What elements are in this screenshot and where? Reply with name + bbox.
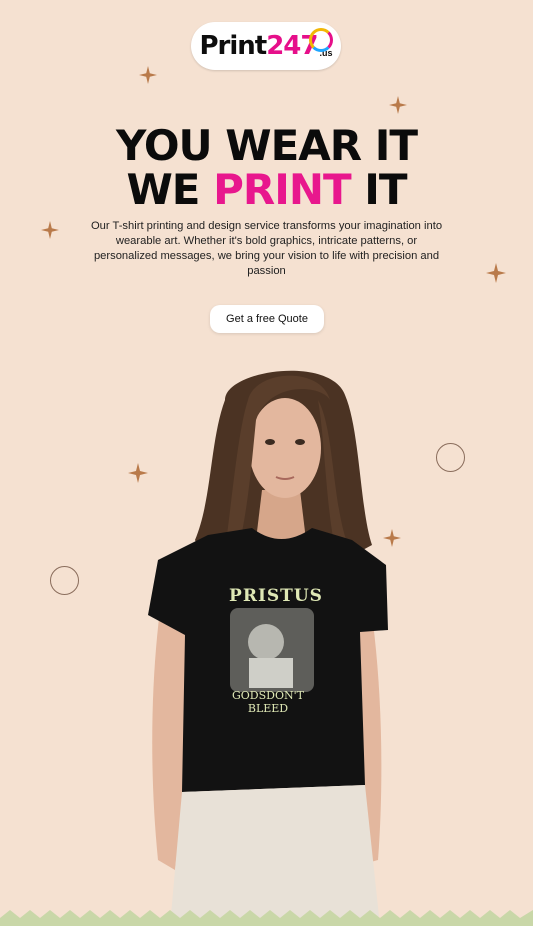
sparkle-icon <box>41 221 59 239</box>
model-photo <box>148 370 388 926</box>
landing-page: Print247 .us YOU WEAR IT WE PRINT IT Our… <box>0 0 533 926</box>
face-shape <box>249 398 321 498</box>
shirt-print-caption-1: GODSDON'T <box>232 689 304 702</box>
left-eye <box>265 439 275 445</box>
sparkle-icon <box>389 96 407 114</box>
get-free-quote-button[interactable]: Get a free Quote <box>210 305 324 333</box>
sparkle-icon <box>139 66 157 84</box>
right-eye <box>295 439 305 445</box>
logo-wordmark: Print247 <box>199 31 318 61</box>
headline-accent: PRINT <box>213 165 352 214</box>
headline-line-2: WE PRINT IT <box>126 165 407 214</box>
brand-logo[interactable]: Print247 .us <box>191 22 341 70</box>
shirt-print-caption-2: BLEED <box>247 702 289 715</box>
headline-line-1: YOU WEAR IT <box>115 121 418 170</box>
logo-ring-icon <box>309 28 333 52</box>
footer-zigzag-border <box>0 910 533 926</box>
shirt-print-title: PRISTUS <box>229 586 323 606</box>
sparkle-icon <box>486 263 506 283</box>
hero-description: Our T-shirt printing and design service … <box>90 220 443 277</box>
print-figure-shape <box>248 624 284 660</box>
white-pants <box>170 785 380 926</box>
print-figure-body <box>249 658 293 688</box>
